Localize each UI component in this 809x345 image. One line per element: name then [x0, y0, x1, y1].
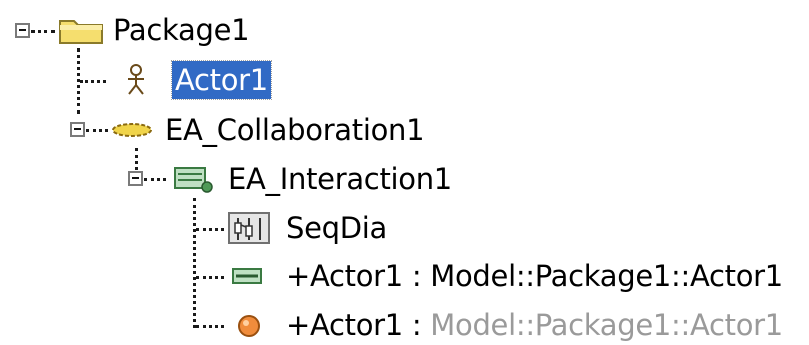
- tree-node-label: +Actor1 : Model::Package1::Actor1: [286, 259, 783, 293]
- folder-icon: [59, 20, 103, 44]
- interaction-icon: [174, 167, 213, 193]
- actor-icon: [128, 64, 144, 95]
- tree-guide: [31, 30, 55, 33]
- tree-guide: [144, 178, 166, 181]
- property-icon: [232, 268, 262, 284]
- expand-toggle-collaboration[interactable]: [70, 122, 85, 137]
- tree-guide: [193, 198, 196, 328]
- lifeline-qualifier: Model::Package1::Actor1: [430, 308, 783, 342]
- tree-guide: [196, 228, 224, 231]
- tree-guide: [196, 276, 224, 279]
- tree-node-label: EA_Interaction1: [228, 162, 452, 196]
- sequence-diagram-icon: [228, 212, 270, 244]
- tree-guide: [196, 325, 224, 328]
- expand-toggle-interaction[interactable]: [128, 171, 143, 186]
- collaboration-icon: [112, 123, 152, 137]
- lifeline-icon: [238, 315, 260, 337]
- expand-toggle-package1[interactable]: [15, 23, 30, 38]
- model-tree[interactable]: Package1 Actor1 EA_Collaboration1 EA_Int…: [0, 0, 809, 342]
- tree-node-label: +Actor1 : Model::Package1::Actor1: [286, 306, 783, 344]
- tree-node-label: EA_Collaboration1: [165, 113, 425, 147]
- tree-guide: [86, 129, 108, 132]
- tree-guide: [80, 80, 106, 83]
- tree-node-label: Package1: [113, 13, 250, 47]
- tree-node-label: SeqDia: [286, 211, 388, 245]
- tree-guide: [135, 148, 138, 170]
- lifeline-name: +Actor1 :: [286, 308, 431, 342]
- tree-node-label: Actor1: [171, 60, 272, 100]
